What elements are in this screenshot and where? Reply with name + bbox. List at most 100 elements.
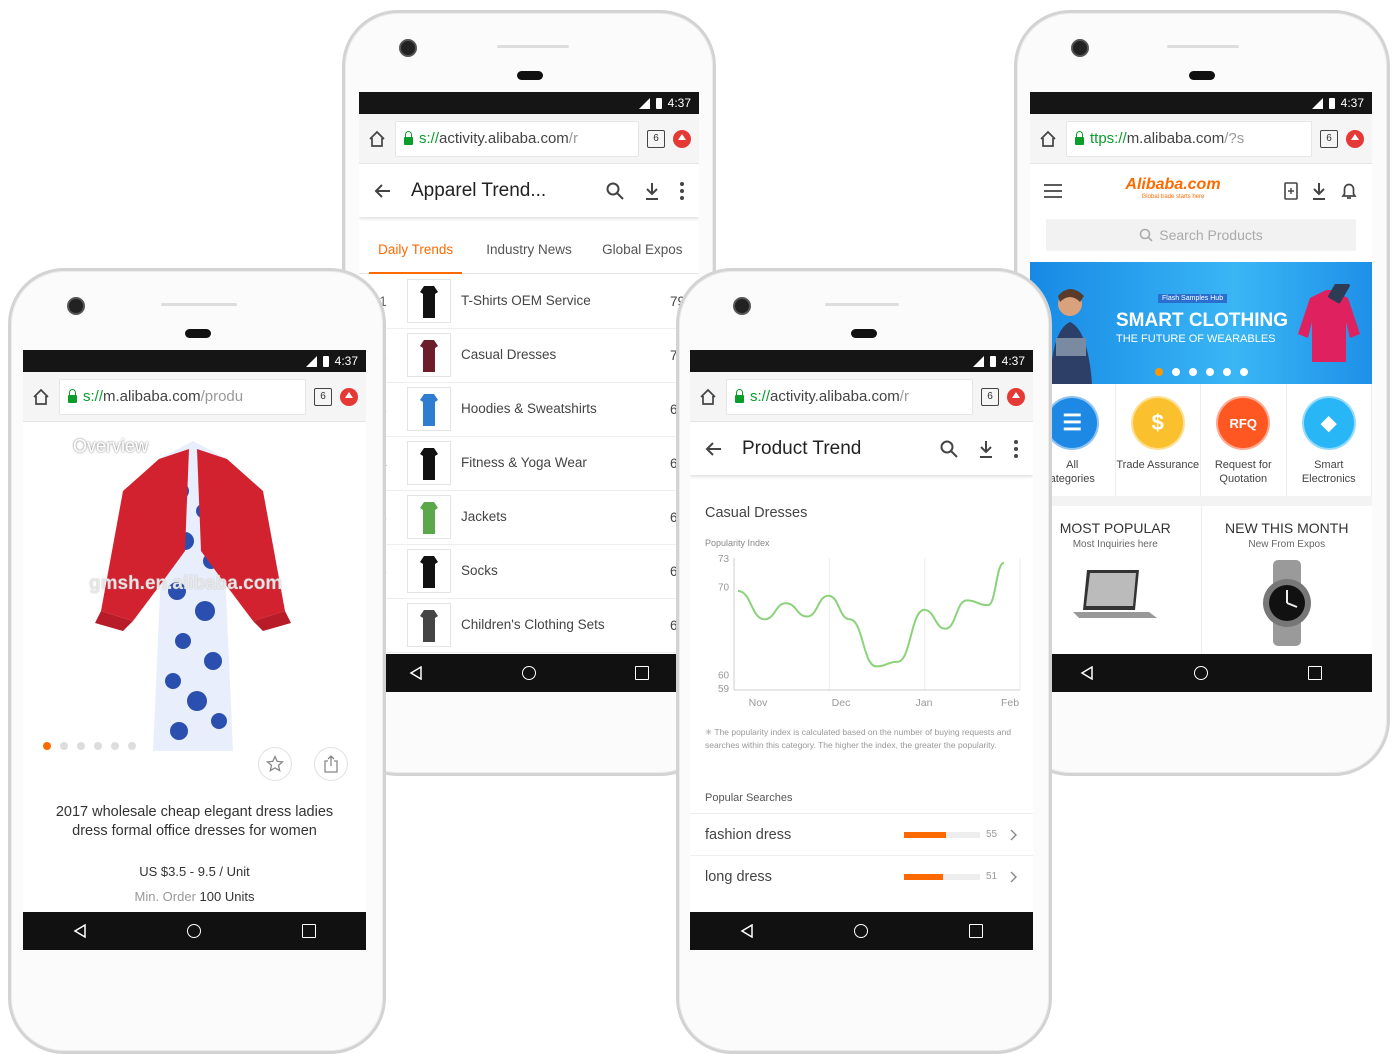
search-icon[interactable]: [278, 437, 296, 455]
carousel-dot[interactable]: [1154, 368, 1163, 376]
category-label: Request for Quotation: [1214, 459, 1272, 485]
android-nav-bar: [23, 912, 366, 950]
app-bar: Product Trend: [690, 423, 1033, 475]
category-request-for-quotation[interactable]: RFQ Request for Quotation: [1201, 384, 1287, 496]
category-label: Trade Assurance: [1116, 459, 1200, 471]
trend-row[interactable]: 5Jackets64: [359, 490, 699, 545]
download-icon[interactable]: [977, 439, 995, 459]
bell-icon[interactable]: [1340, 181, 1358, 201]
more-vert-icon[interactable]: [1013, 439, 1019, 459]
home-icon[interactable]: [1038, 129, 1058, 149]
trend-row[interactable]: 2Casual Dresses73: [359, 328, 699, 383]
more-vert-icon[interactable]: [679, 181, 685, 201]
trend-row[interactable]: 1 T-Shirts OEM Service 79: [359, 274, 699, 329]
url-field[interactable]: s://activity.alibaba.com/r: [395, 120, 639, 157]
menu-icon[interactable]: [1044, 184, 1062, 198]
tab-switcher-button[interactable]: 6: [314, 387, 332, 406]
trend-row[interactable]: 6Socks62: [359, 544, 699, 599]
carousel-dot[interactable]: [1222, 368, 1231, 376]
series-line: [737, 561, 1005, 668]
carousel-dot[interactable]: [111, 742, 119, 750]
update-icon[interactable]: [1007, 387, 1025, 406]
carousel-dot[interactable]: [1171, 368, 1180, 376]
download-icon[interactable]: [312, 436, 330, 456]
update-icon[interactable]: [340, 387, 358, 406]
chart-footnote: ✳ The popularity index is calculated bas…: [705, 726, 1013, 752]
carousel-dot[interactable]: [1205, 368, 1214, 376]
watermark: gmsh.en.alibaba.com: [89, 573, 283, 594]
carousel-dot[interactable]: [128, 742, 136, 750]
front-camera: [67, 297, 85, 315]
product-image: [420, 556, 438, 588]
tab-industry-news[interactable]: Industry News: [472, 225, 585, 273]
phone-alibaba-home: 4:37 ttps://m.alibaba.com/?s 6 Alibaba.c…: [1014, 10, 1390, 776]
search-row[interactable]: fashion dress 55: [690, 813, 1033, 855]
search-icon[interactable]: [605, 181, 625, 201]
url-field[interactable]: ttps://m.alibaba.com/?s: [1066, 120, 1312, 157]
tab-switcher-button[interactable]: 6: [981, 387, 999, 406]
update-icon[interactable]: [1346, 129, 1364, 148]
carousel-dot[interactable]: [60, 742, 68, 750]
promo-card-most-popular[interactable]: MOST POPULAR Most Inquiries here: [1030, 506, 1202, 654]
nav-back-icon[interactable]: [409, 666, 423, 680]
nav-home-icon[interactable]: [1194, 666, 1208, 680]
nav-recents-icon[interactable]: [1308, 666, 1322, 680]
nav-home-icon[interactable]: [521, 666, 536, 680]
promo-card-new-this-month[interactable]: NEW THIS MONTH New From Expos: [1202, 506, 1373, 654]
nav-recents-icon[interactable]: [635, 666, 650, 680]
tab-switcher-button[interactable]: 6: [647, 129, 665, 148]
tab-switcher-button[interactable]: 6: [1320, 129, 1338, 148]
watch-image: [1262, 560, 1311, 646]
update-icon[interactable]: [673, 129, 691, 148]
product-gallery[interactable]: Overview gmsh.en.alibaba.com: [23, 423, 366, 763]
promo-banner[interactable]: Flash Samples Hub SMART CLOTHING THE FUT…: [1030, 262, 1372, 384]
nav-back-icon[interactable]: [740, 924, 754, 938]
download-icon[interactable]: [1310, 181, 1328, 201]
nav-back-icon[interactable]: [73, 924, 87, 938]
home-icon[interactable]: [367, 129, 387, 149]
favorite-button[interactable]: [258, 747, 292, 781]
url-field[interactable]: s://m.alibaba.com/produ: [59, 378, 306, 415]
back-arrow-icon[interactable]: [704, 439, 724, 459]
nav-back-icon[interactable]: [1080, 666, 1094, 680]
home-icon[interactable]: [31, 387, 51, 407]
nav-recents-icon[interactable]: [301, 924, 316, 938]
trend-row[interactable]: 3Hoodies & Sweatshirts67: [359, 382, 699, 437]
share-button[interactable]: [314, 747, 348, 781]
back-arrow-icon[interactable]: [373, 181, 393, 201]
more-vert-icon[interactable]: [346, 436, 352, 456]
product-image: [420, 394, 438, 426]
trend-name: Casual Dresses: [461, 347, 557, 362]
promo-title: MOST POPULAR: [1059, 520, 1171, 536]
carousel-dot[interactable]: [1239, 368, 1248, 376]
trend-tabs: Daily Trends Industry News Global Expos: [359, 225, 699, 274]
search-icon[interactable]: [939, 439, 959, 459]
url-field[interactable]: s://activity.alibaba.com/r: [726, 378, 973, 415]
carousel-dot[interactable]: [77, 742, 85, 750]
home-icon[interactable]: [698, 387, 718, 407]
nav-home-icon[interactable]: [854, 924, 869, 938]
carousel-dot[interactable]: [94, 742, 102, 750]
nav-recents-icon[interactable]: [968, 924, 983, 938]
tab-global-expos[interactable]: Global Expos: [586, 225, 699, 273]
carousel-dot[interactable]: [1188, 368, 1197, 376]
carousel-dot[interactable]: [43, 742, 51, 750]
alibaba-logo[interactable]: Alibaba.com Global trade starts here: [1074, 177, 1272, 203]
popularity-bar-fill: [904, 873, 943, 880]
status-time: 4:37: [1340, 96, 1364, 110]
trend-row[interactable]: 7Children's Clothing Sets62: [359, 598, 699, 653]
min-order-value: 100 Units: [199, 889, 255, 904]
download-icon[interactable]: [643, 181, 661, 201]
x-tick-label: Dec: [832, 697, 851, 709]
category-smart-electronics[interactable]: ⬥ Smart Electronics: [1287, 384, 1372, 496]
nav-home-icon[interactable]: [187, 924, 202, 938]
add-tab-icon[interactable]: [1284, 182, 1298, 200]
trend-name: Hoodies & Sweatshirts: [461, 401, 597, 416]
category-trade-assurance[interactable]: $ Trade Assurance: [1116, 384, 1201, 496]
search-bar[interactable]: Search Products: [1046, 219, 1356, 251]
phone-product-overview: 4:37 s://m.alibaba.com/produ 6 Overview …: [8, 268, 386, 1054]
tab-daily-trends[interactable]: Daily Trends: [359, 225, 472, 274]
search-row[interactable]: long dress 51: [690, 855, 1033, 897]
trend-row[interactable]: 4Fitness & Yoga Wear67: [359, 436, 699, 491]
back-arrow-icon[interactable]: [37, 436, 57, 456]
